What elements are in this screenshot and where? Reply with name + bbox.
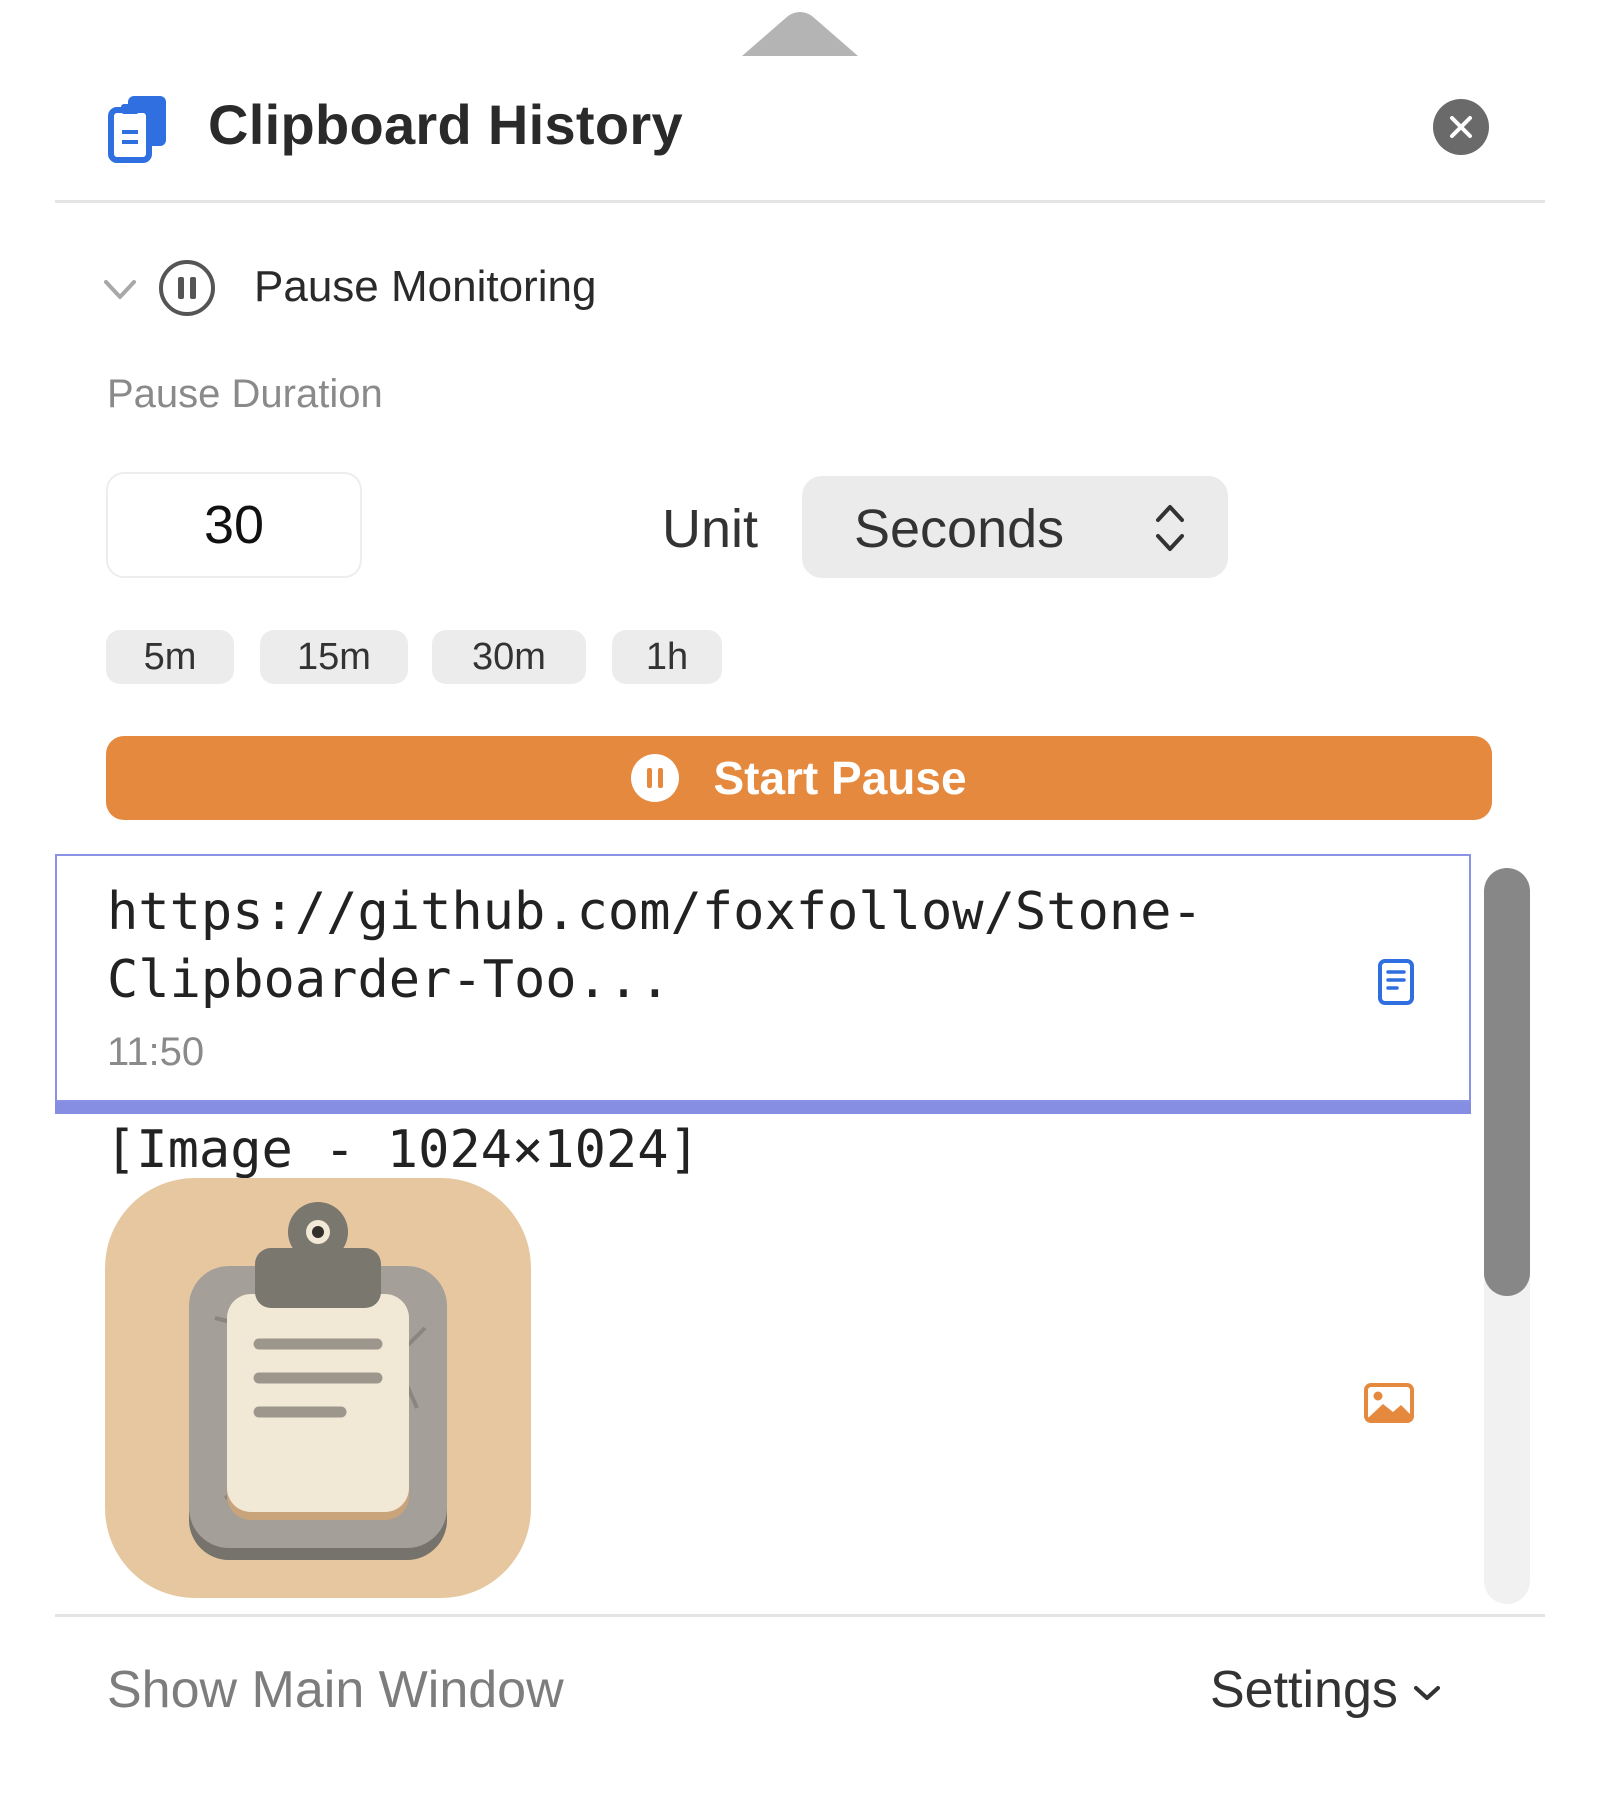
footer-divider bbox=[55, 1614, 1545, 1617]
image-icon bbox=[1364, 1383, 1414, 1423]
header-divider bbox=[55, 200, 1545, 203]
settings-label: Settings bbox=[1210, 1661, 1398, 1719]
up-down-chevron-icon bbox=[1156, 505, 1184, 551]
scrollbar-thumb[interactable] bbox=[1484, 868, 1530, 1296]
unit-label: Unit bbox=[662, 499, 759, 559]
item-timestamp: 11:50 bbox=[107, 1030, 205, 1074]
preset-15m-button[interactable]: 15m bbox=[260, 630, 408, 684]
popover-arrow bbox=[742, 12, 858, 56]
list-item[interactable]: [Image - 1024×1024] bbox=[55, 1116, 1471, 1614]
item-text-line: Clipboarder-Too... bbox=[107, 950, 671, 1010]
list-item[interactable]: https://github.com/foxfollow/Stone- Clip… bbox=[55, 854, 1471, 1114]
chevron-down-icon bbox=[1413, 1686, 1440, 1701]
settings-menu-button[interactable]: Settings bbox=[1210, 1660, 1442, 1720]
show-main-window-link[interactable]: Show Main Window bbox=[107, 1660, 564, 1720]
preset-5m-button[interactable]: 5m bbox=[106, 630, 234, 684]
clipboard-icon bbox=[108, 96, 166, 163]
preset-30m-button[interactable]: 30m bbox=[432, 630, 586, 684]
pause-monitoring-toggle[interactable]: Pause Monitoring bbox=[100, 256, 1000, 322]
history-list: https://github.com/foxfollow/Stone- Clip… bbox=[55, 854, 1475, 1614]
close-button[interactable] bbox=[1433, 99, 1489, 155]
clipboard-popover: Clipboard History Pause Monitoring Pause… bbox=[0, 0, 1600, 1813]
duration-input[interactable]: 30 bbox=[106, 472, 362, 578]
start-pause-button[interactable]: Start Pause bbox=[106, 736, 1492, 820]
item-text-line: https://github.com/foxfollow/Stone- bbox=[107, 882, 1203, 942]
preset-durations: 5m 15m 30m 1h bbox=[106, 630, 906, 686]
close-icon bbox=[1450, 116, 1472, 138]
preset-1h-button[interactable]: 1h bbox=[612, 630, 722, 684]
pause-circle-icon bbox=[631, 754, 680, 802]
item-text: [Image - 1024×1024] bbox=[105, 1120, 700, 1180]
unit-select-value: Seconds bbox=[854, 499, 1065, 559]
unit-select[interactable]: Seconds bbox=[802, 476, 1228, 578]
selection-underline bbox=[55, 1102, 1471, 1114]
document-icon bbox=[1378, 959, 1414, 1005]
start-pause-label: Start Pause bbox=[713, 752, 967, 804]
pause-circle-icon bbox=[159, 260, 215, 316]
item-text: https://github.com/foxfollow/Stone- Clip… bbox=[107, 878, 1307, 1014]
pause-duration-label: Pause Duration bbox=[107, 372, 383, 416]
chevron-down-icon bbox=[104, 280, 136, 299]
pause-monitoring-label: Pause Monitoring bbox=[254, 262, 597, 311]
window-title: Clipboard History bbox=[208, 93, 683, 156]
image-thumbnail bbox=[105, 1178, 531, 1598]
header: Clipboard History bbox=[55, 80, 1545, 200]
